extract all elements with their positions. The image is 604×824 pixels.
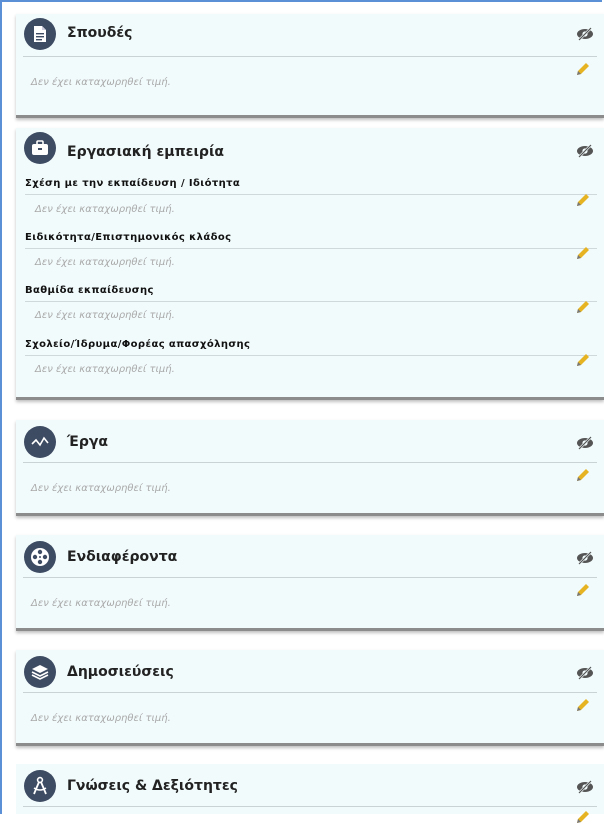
section-header: Εργασιακή εμπειρία bbox=[16, 128, 604, 168]
section-work-experience: Εργασιακή εμπειρία Σχέση με την εκπαίδευ… bbox=[16, 128, 604, 400]
divider bbox=[25, 301, 597, 302]
field-label: Σχολείο/Ίδρυμα/Φορέας απασχόλησης bbox=[25, 339, 251, 350]
section-header: Γνώσεις & Δεξιότητες bbox=[16, 764, 604, 804]
divider bbox=[25, 248, 597, 249]
eye-slash-icon[interactable] bbox=[576, 436, 594, 450]
pencil-icon[interactable] bbox=[576, 246, 590, 260]
divider bbox=[25, 194, 597, 195]
field-label: Βαθμίδα εκπαίδευσης bbox=[25, 285, 154, 296]
eye-slash-icon[interactable] bbox=[576, 144, 594, 158]
field-label: Σχέση με την εκπαίδευση / Ιδιότητα bbox=[25, 178, 241, 189]
section-title: Γνώσεις & Δεξιότητες bbox=[67, 778, 238, 794]
section-header: Έργα bbox=[16, 420, 604, 460]
empty-value-text: Δεν έχει καταχωρηθεί τιμή. bbox=[31, 77, 171, 88]
section-title: Ενδιαφέροντα bbox=[67, 549, 178, 565]
section-skills: Γνώσεις & Δεξιότητες bbox=[16, 764, 604, 823]
eye-slash-icon[interactable] bbox=[576, 27, 594, 41]
section-title: Εργασιακή εμπειρία bbox=[67, 144, 225, 160]
divider bbox=[23, 56, 597, 57]
pencil-icon[interactable] bbox=[576, 583, 590, 597]
divider bbox=[23, 577, 597, 578]
eye-slash-icon[interactable] bbox=[576, 551, 594, 565]
compass-icon bbox=[24, 770, 56, 802]
pencil-icon[interactable] bbox=[576, 300, 590, 314]
document-icon bbox=[24, 18, 56, 50]
empty-value-text: Δεν έχει καταχωρηθεί τιμή. bbox=[35, 257, 175, 268]
briefcase-icon bbox=[24, 132, 56, 164]
section-studies: Σπουδές Δεν έχει καταχωρηθεί τιμή. bbox=[16, 14, 604, 118]
field-label: Ειδικότητα/Επιστημονικός κλάδος bbox=[25, 232, 232, 243]
empty-value-text: Δεν έχει καταχωρηθεί τιμή. bbox=[35, 364, 175, 375]
empty-value-text: Δεν έχει καταχωρηθεί τιμή. bbox=[31, 483, 171, 494]
section-title: Έργα bbox=[67, 434, 109, 450]
section-header: Σπουδές bbox=[16, 14, 604, 54]
pencil-icon[interactable] bbox=[576, 698, 590, 712]
empty-value-text: Δεν έχει καταχωρηθεί τιμή. bbox=[31, 713, 171, 724]
divider bbox=[25, 355, 597, 356]
layers-icon bbox=[24, 656, 56, 688]
pencil-icon[interactable] bbox=[576, 468, 590, 482]
divider bbox=[23, 806, 597, 807]
empty-value-text: Δεν έχει καταχωρηθεί τιμή. bbox=[35, 204, 175, 215]
pencil-icon[interactable] bbox=[576, 810, 590, 824]
eye-slash-icon[interactable] bbox=[576, 780, 594, 794]
pencil-icon[interactable] bbox=[576, 353, 590, 367]
film-reel-icon bbox=[24, 541, 56, 573]
section-title: Σπουδές bbox=[67, 25, 133, 41]
divider bbox=[23, 692, 597, 693]
section-header: Ενδιαφέροντα bbox=[16, 535, 604, 575]
section-header: Δημοσιεύσεις bbox=[16, 650, 604, 690]
empty-value-text: Δεν έχει καταχωρηθεί τιμή. bbox=[31, 598, 171, 609]
section-projects: Έργα Δεν έχει καταχωρηθεί τιμή. bbox=[16, 420, 604, 516]
empty-value-text: Δεν έχει καταχωρηθεί τιμή. bbox=[35, 310, 175, 321]
pencil-icon[interactable] bbox=[576, 193, 590, 207]
section-title: Δημοσιεύσεις bbox=[67, 664, 174, 680]
eye-slash-icon[interactable] bbox=[576, 666, 594, 680]
divider bbox=[23, 462, 597, 463]
activity-icon bbox=[24, 426, 56, 458]
section-publications: Δημοσιεύσεις Δεν έχει καταχωρηθεί τιμή. bbox=[16, 650, 604, 746]
pencil-icon[interactable] bbox=[576, 62, 590, 76]
section-interests: Ενδιαφέροντα Δεν έχει καταχωρηθεί τιμή. bbox=[16, 535, 604, 631]
